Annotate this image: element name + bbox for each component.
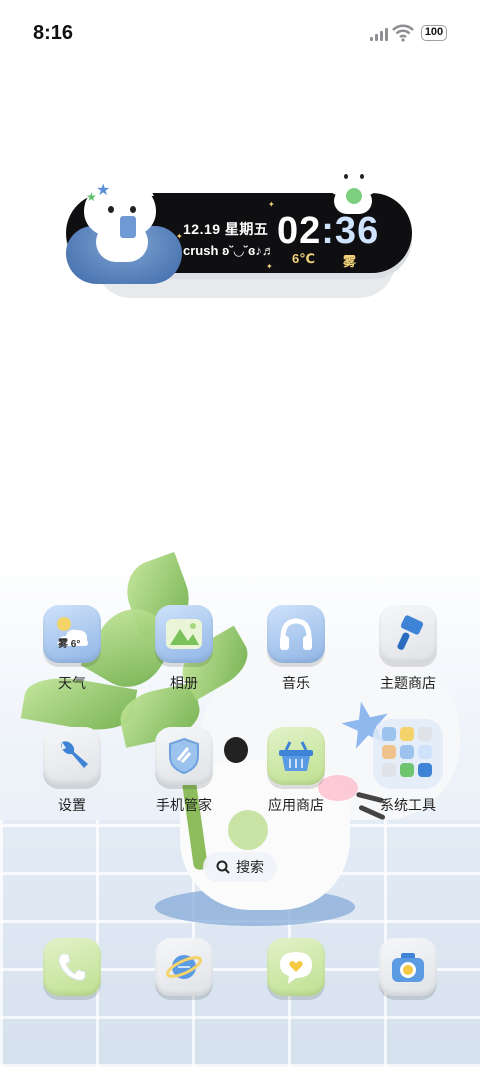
app-gallery[interactable]: 相册 [134,605,234,693]
widget-temperature: 6℃ [292,251,315,266]
cat-figure-small [322,154,384,216]
basket-icon [267,727,325,785]
app-phone-manager[interactable]: 手机管家 [134,727,234,815]
app-music[interactable]: 音乐 [246,605,346,693]
app-system-tools[interactable]: 系统工具 [358,719,458,815]
weather-badge: 雾 6° [58,639,81,650]
paintbrush-icon [379,605,437,663]
app-label: 天气 [58,675,86,691]
dock-browser[interactable] [134,938,234,996]
app-label: 应用商店 [268,797,324,813]
app-theme-store[interactable]: 主题商店 [358,605,458,693]
message-icon [267,938,325,996]
status-time: 8:16 [33,22,74,44]
app-label: 主题商店 [380,675,436,691]
wifi-icon [392,24,414,42]
phone-icon [43,938,101,996]
folder-icon [373,719,443,789]
search-button[interactable]: 搜索 [203,852,277,882]
weather-icon: 雾 6° [43,605,101,663]
star-icon: ★ [86,190,97,204]
wrench-icon [43,727,101,785]
sparkle-icon: ✦ [266,262,273,271]
app-label: 相册 [170,675,198,691]
clock-minutes: :36 [321,210,380,252]
star-icon: ★ [96,182,111,199]
app-label: 手机管家 [156,797,212,813]
search-icon [216,860,230,874]
app-weather[interactable]: 雾 6° 天气 [22,605,122,693]
signal-icon [370,27,388,41]
widget-note: crush ʚ˘◡˘ɞ♪♬ [183,243,275,258]
app-label: 设置 [58,797,86,813]
dock-messages[interactable] [246,938,346,996]
gallery-icon [155,605,213,663]
status-bar: 8:16 100 [0,0,480,68]
widget-weather: 雾 [343,254,357,269]
sparkle-icon: ✦ [176,232,183,241]
dock-camera[interactable] [358,938,458,996]
headphones-icon [267,605,325,663]
battery-indicator: 100 [421,25,447,41]
browser-icon [155,938,213,996]
app-settings[interactable]: 设置 [22,727,122,815]
cat-figure-large [80,176,162,262]
app-label: 系统工具 [380,797,436,813]
shield-icon [155,727,213,785]
clock-hours: 02 [277,210,322,252]
app-app-store[interactable]: 应用商店 [246,727,346,815]
dock-phone[interactable] [22,938,122,996]
widget-clock: 02:36 [277,210,379,253]
search-label: 搜索 [236,859,264,875]
app-label: 音乐 [282,675,310,691]
widget-date: 12.19 星期五 [183,221,269,237]
sparkle-icon: ✦ [268,200,275,209]
camera-icon [379,938,437,996]
